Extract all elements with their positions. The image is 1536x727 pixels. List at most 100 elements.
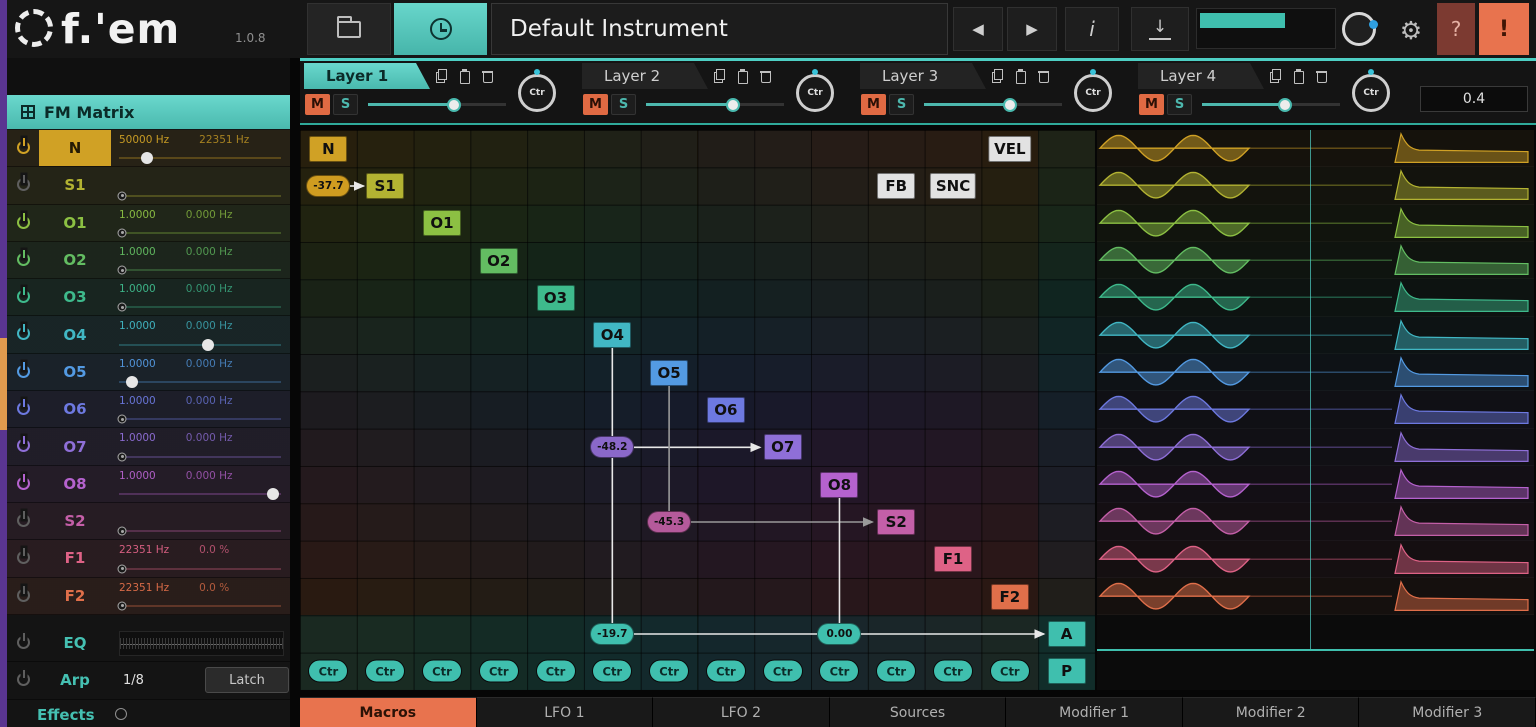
wave-row-4[interactable] [1097, 242, 1534, 280]
latch-button[interactable]: Latch [205, 667, 289, 694]
matrix-mod-value--37.7[interactable]: -37.7 [306, 175, 351, 197]
row-label-S1[interactable]: S1 [39, 167, 111, 203]
row-label-O5[interactable]: O5 [39, 354, 111, 390]
matrix-ctr-button-7[interactable]: Ctr [649, 659, 690, 683]
row-slider-knob[interactable] [125, 376, 138, 389]
wave-row-8[interactable] [1097, 391, 1534, 429]
param-value[interactable]: 22351 Hz [199, 134, 249, 146]
row-label-O8[interactable]: O8 [39, 466, 111, 502]
power-icon-S2[interactable] [17, 513, 30, 527]
wave-row-12[interactable] [1097, 540, 1534, 578]
wave-row-6[interactable] [1097, 316, 1534, 354]
row-slider-S2[interactable] [117, 526, 281, 536]
power-icon-F2[interactable] [17, 588, 30, 602]
layer-ctr-knob[interactable]: Ctr [796, 69, 834, 112]
row-slider-knob[interactable] [202, 338, 215, 351]
row-slider-S1[interactable] [117, 191, 281, 201]
row-slider-knob[interactable] [117, 601, 127, 611]
paste-icon[interactable] [1015, 69, 1026, 84]
matrix-node-VEL[interactable]: VEL [988, 135, 1032, 162]
bottom-tab-lfo-2[interactable]: LFO 2 [653, 697, 830, 727]
arp-rate-value[interactable]: 1/8 [123, 662, 144, 698]
matrix-node-FB[interactable]: FB [877, 173, 916, 199]
preset-name-field[interactable]: Default Instrument [491, 3, 948, 55]
copy-icon[interactable] [1270, 69, 1281, 83]
power-icon-S1[interactable] [17, 178, 30, 192]
browser-button[interactable] [307, 3, 391, 55]
wave-row-1[interactable] [1097, 130, 1534, 168]
solo-button[interactable]: S [611, 94, 636, 115]
matrix-node-O7[interactable]: O7 [763, 434, 802, 461]
param-value[interactable]: 22351 Hz [119, 582, 169, 594]
row-label-S2[interactable]: S2 [39, 503, 111, 539]
row-label-O2[interactable]: O2 [39, 242, 111, 278]
matrix-ctr-button-12[interactable]: Ctr [933, 659, 974, 683]
effects-label[interactable]: Effects [37, 706, 95, 724]
param-value[interactable]: 1.0000 [119, 320, 156, 332]
matrix-node-S2[interactable]: S2 [877, 509, 916, 535]
layer-tab-2[interactable]: Layer 2 [582, 63, 708, 89]
trash-icon[interactable] [482, 69, 493, 83]
prev-preset-button[interactable]: ◀ [953, 7, 1003, 51]
matrix-node-A[interactable]: A [1047, 621, 1086, 647]
power-icon-O2[interactable] [17, 252, 30, 266]
wave-row-9[interactable] [1097, 428, 1534, 466]
mute-button[interactable]: M [583, 94, 608, 115]
mute-button[interactable]: M [861, 94, 886, 115]
row-slider-knob[interactable] [117, 228, 127, 238]
param-value[interactable]: 1.0000 [119, 395, 156, 407]
power-icon-O8[interactable] [17, 476, 30, 490]
row-label-N[interactable]: N [39, 130, 111, 167]
matrix-mod-value--48.2[interactable]: -48.2 [590, 436, 635, 459]
matrix-ctr-button-11[interactable]: Ctr [876, 659, 917, 683]
wave-row-7[interactable] [1097, 354, 1534, 392]
param-value[interactable]: 0.000 Hz [186, 246, 233, 258]
row-slider-O1[interactable] [117, 228, 281, 238]
matrix-ctr-button-2[interactable]: Ctr [365, 659, 406, 683]
param-value[interactable]: 0.000 Hz [186, 320, 233, 332]
row-slider-knob[interactable] [117, 414, 127, 424]
power-icon-O4[interactable] [17, 327, 30, 341]
power-icon-O1[interactable] [17, 215, 30, 229]
eq-power-icon[interactable] [17, 636, 30, 649]
row-slider-O4[interactable] [119, 338, 281, 351]
param-value[interactable]: 50000 Hz [119, 134, 169, 146]
row-slider-knob[interactable] [266, 487, 279, 500]
arp-power-icon[interactable] [17, 673, 30, 687]
bottom-tab-modifier-2[interactable]: Modifier 2 [1182, 697, 1360, 727]
row-slider-O7[interactable] [117, 452, 281, 462]
param-value[interactable]: 1.0000 [119, 209, 156, 221]
matrix-node-O4[interactable]: O4 [593, 322, 632, 349]
matrix-node-O6[interactable]: O6 [706, 397, 745, 423]
copy-icon[interactable] [992, 69, 1003, 83]
next-preset-button[interactable]: ▶ [1007, 7, 1057, 51]
wave-row-2[interactable] [1097, 167, 1534, 205]
wave-row-3[interactable] [1097, 204, 1534, 242]
row-label-O3[interactable]: O3 [39, 279, 111, 315]
mute-button[interactable]: M [1139, 94, 1164, 115]
row-slider-F1[interactable] [117, 564, 281, 574]
param-value[interactable]: 1.0000 [119, 283, 156, 295]
layer-volume-slider[interactable] [368, 97, 506, 112]
matrix-mod-value-0.00[interactable]: 0.00 [817, 623, 862, 645]
slider-knob[interactable] [725, 97, 740, 112]
param-value[interactable]: 1.0000 [119, 246, 156, 258]
param-value[interactable]: 1.0000 [119, 358, 156, 370]
row-label-F2[interactable]: F2 [39, 578, 111, 614]
param-value[interactable]: 0.000 Hz [186, 395, 233, 407]
arp-label[interactable]: Arp [39, 662, 111, 698]
power-icon-N[interactable] [17, 141, 30, 154]
matrix-node-O8[interactable]: O8 [820, 471, 859, 498]
matrix-mod-value--45.3[interactable]: -45.3 [647, 511, 692, 533]
matrix-ctr-button-6[interactable]: Ctr [592, 659, 633, 683]
row-label-O6[interactable]: O6 [39, 391, 111, 427]
slider-knob[interactable] [1002, 97, 1017, 112]
trash-icon[interactable] [1038, 69, 1049, 83]
layer-volume-slider[interactable] [924, 97, 1062, 112]
row-slider-knob[interactable] [117, 265, 127, 275]
param-value[interactable]: 0.000 Hz [186, 283, 233, 295]
layer-tab-3[interactable]: Layer 3 [860, 63, 986, 89]
power-icon-O6[interactable] [17, 402, 30, 416]
param-value[interactable]: 1.0000 [119, 470, 156, 482]
layer-tab-4[interactable]: Layer 4 [1138, 63, 1264, 89]
